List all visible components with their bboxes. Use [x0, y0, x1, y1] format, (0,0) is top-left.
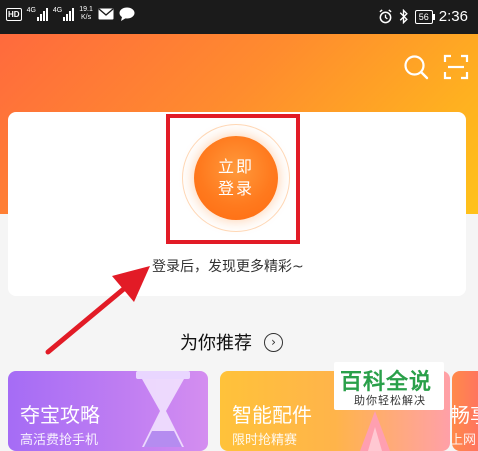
hourglass-icon [136, 371, 190, 447]
recommend-title: 为你推荐 [180, 333, 252, 354]
watermark-logo: 百科全说 助你轻松解决 [334, 362, 444, 410]
card-title: 夺宝攻略 [20, 403, 100, 427]
card-title: 智能配件 [232, 403, 312, 427]
recommend-card[interactable]: 夺宝攻略 高活费抢手机 [8, 371, 208, 451]
card-subtitle: 上网 [452, 433, 477, 448]
card-subtitle: 限时抢精赛 [232, 433, 298, 448]
watermark-sub: 助你轻松解决 [354, 394, 426, 407]
card-title: 畅享 [452, 403, 478, 427]
recommend-section-title[interactable]: 为你推荐 › [180, 329, 283, 355]
card-subtitle: 高活费抢手机 [20, 433, 99, 448]
recommend-card[interactable]: 畅享 上网 [452, 371, 478, 451]
chevron-right-icon[interactable]: › [264, 332, 283, 352]
